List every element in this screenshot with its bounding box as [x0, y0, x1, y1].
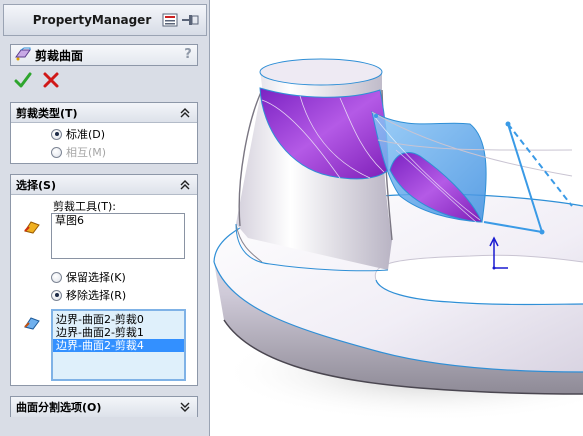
trim-type-group: 剪裁类型(T) 标准(D) 相互(M) — [10, 102, 198, 164]
cancel-x-icon[interactable] — [42, 71, 60, 89]
property-manager-titlebar: PropertyManager — [3, 4, 207, 36]
selections-header[interactable]: 选择(S) — [11, 175, 197, 195]
trim-type-header[interactable]: 剪裁类型(T) — [11, 103, 197, 123]
feature-header: 剪裁曲面 ? — [10, 44, 198, 66]
collapse-chevron-icon[interactable] — [177, 105, 193, 121]
model-graphics — [213, 58, 583, 422]
radio-mutual: 相互(M) — [11, 143, 197, 161]
trim-tool-label: 剪裁工具(T): — [53, 200, 117, 213]
ok-check-icon[interactable] — [14, 71, 32, 89]
property-manager-panel: PropertyManager 剪裁曲面 ? 剪裁类型(T) 标准(D) 相互(… — [0, 0, 210, 436]
radio-standard[interactable]: 标准(D) — [11, 125, 197, 143]
selections-group: 选择(S) 剪裁工具(T): 草图6 保留选择(K) 移除选择(R) 边界-曲面… — [10, 174, 198, 386]
list-item[interactable]: 草图6 — [52, 214, 184, 227]
list-item-selected[interactable]: 边界-曲面2-剪裁4 — [53, 339, 184, 352]
trim-tool-selection-icon — [23, 219, 41, 235]
radio-keep-selections[interactable]: 保留选择(K) — [11, 268, 197, 286]
action-buttons — [14, 71, 60, 89]
faces-list[interactable]: 边界-曲面2-剪裁0 边界-曲面2-剪裁1 边界-曲面2-剪裁4 — [51, 309, 186, 381]
radio-button-icon — [51, 128, 62, 140]
split-options-header[interactable]: 曲面分割选项(O) — [11, 397, 197, 417]
split-options-group: 曲面分割选项(O) — [10, 396, 198, 417]
feature-name: 剪裁曲面 — [35, 48, 84, 63]
radio-remove-selections[interactable]: 移除选择(R) — [11, 286, 197, 304]
pin-and-menu-icon[interactable] — [162, 11, 202, 29]
help-button[interactable]: ? — [179, 46, 197, 64]
radio-button-icon — [51, 146, 62, 158]
radio-button-icon — [51, 289, 62, 301]
radio-button-icon — [51, 271, 62, 283]
collapse-chevron-icon[interactable] — [177, 177, 193, 193]
list-item[interactable]: 边界-曲面2-剪裁0 — [53, 313, 184, 326]
graphics-viewport[interactable] — [211, 0, 583, 436]
list-item[interactable]: 边界-曲面2-剪裁1 — [53, 326, 184, 339]
property-manager-title: PropertyManager — [32, 13, 152, 27]
trim-surface-icon — [15, 47, 31, 64]
faces-selection-icon — [23, 315, 41, 331]
expand-chevron-icon[interactable] — [177, 399, 193, 415]
trim-tool-list[interactable]: 草图6 — [51, 213, 185, 259]
